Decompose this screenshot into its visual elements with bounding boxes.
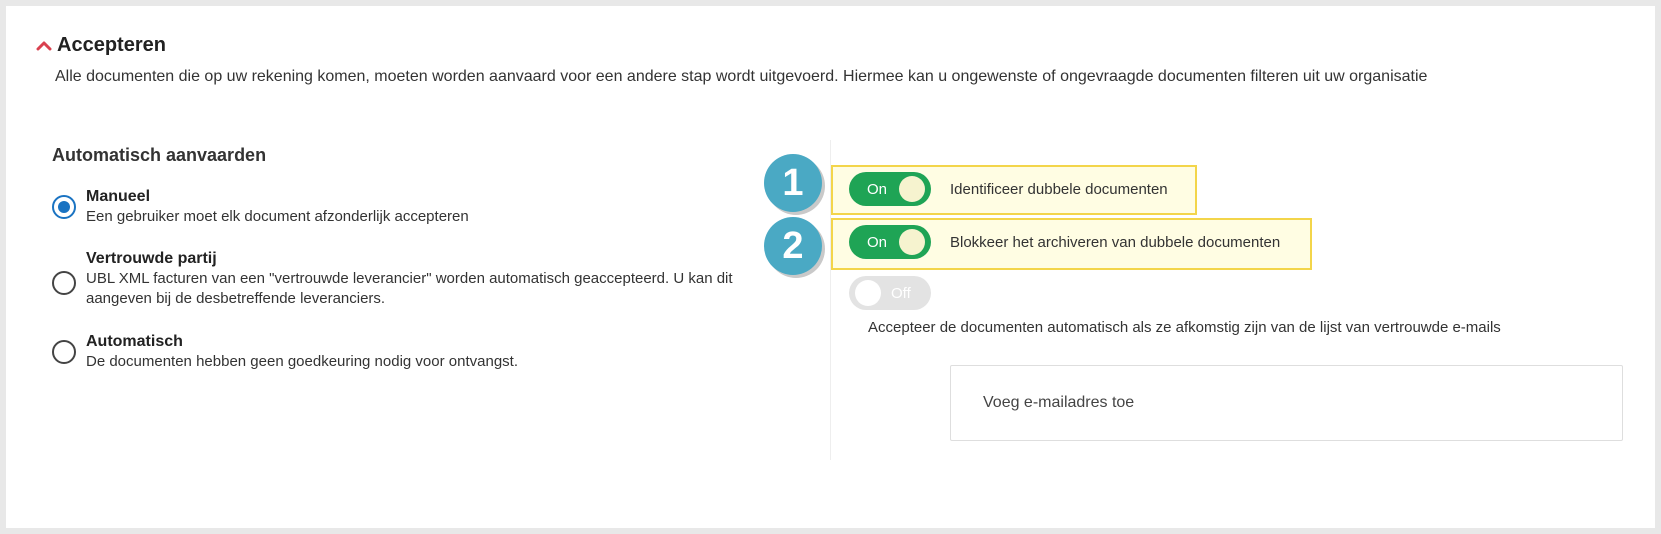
annotation-badge-2: 2 xyxy=(764,217,822,275)
section-title: Accepteren xyxy=(57,34,166,56)
radio-manueel[interactable] xyxy=(52,195,76,219)
section-description: Alle documenten die op uw rekening komen… xyxy=(55,68,1428,85)
radio-automatisch[interactable] xyxy=(52,340,76,364)
radio-option-vertrouwde-partij[interactable]: Vertrouwde partij UBL XML facturen van e… xyxy=(52,249,746,309)
toggle-state-text: On xyxy=(867,233,888,251)
toggle-knob xyxy=(899,229,925,255)
radio-label-automatisch: Automatisch xyxy=(86,333,183,350)
add-email-input[interactable] xyxy=(950,365,1623,441)
toggle-identify-duplicates[interactable]: On xyxy=(849,172,931,206)
toggle-label-block-duplicate-archiving: Blokkeer het archiveren van dubbele docu… xyxy=(950,234,1281,251)
annotation-badge-1: 1 xyxy=(764,154,822,212)
toggle-knob xyxy=(899,176,925,202)
radio-desc-manueel: Een gebruiker moet elk document afzonder… xyxy=(86,208,469,225)
trusted-emails-description: Accepteer de documenten automatisch als … xyxy=(868,319,1501,336)
toggle-trusted-emails[interactable]: Off xyxy=(849,276,931,310)
radio-label-manueel: Manueel xyxy=(86,188,151,205)
toggle-label-identify-duplicates: Identificeer dubbele documenten xyxy=(950,181,1168,198)
toggle-block-duplicate-archiving[interactable]: On xyxy=(849,225,931,259)
radio-desc-vertrouwde-partij: UBL XML facturen van een "vertrouwde lev… xyxy=(86,270,733,307)
toggle-knob xyxy=(855,280,881,306)
section-header[interactable]: Accepteren xyxy=(35,34,166,57)
radio-label-vertrouwde-partij: Vertrouwde partij xyxy=(86,250,217,267)
radio-option-manueel[interactable]: Manueel Een gebruiker moet elk document … xyxy=(52,187,746,227)
toggle-state-text: On xyxy=(867,180,888,198)
radio-desc-automatisch: De documenten hebben geen goedkeuring no… xyxy=(86,353,518,370)
chevron-up-icon[interactable] xyxy=(35,37,53,55)
radio-option-automatisch[interactable]: Automatisch De documenten hebben geen go… xyxy=(52,332,746,372)
radio-vertrouwde-partij[interactable] xyxy=(52,271,76,295)
auto-accept-title: Automatisch aanvaarden xyxy=(52,145,267,165)
toggle-state-text: Off xyxy=(891,284,911,302)
